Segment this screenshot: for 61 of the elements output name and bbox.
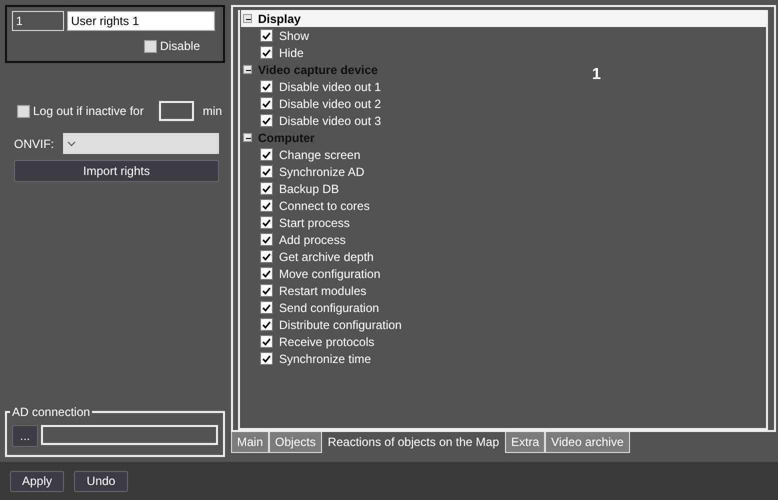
checkbox[interactable] xyxy=(260,97,273,110)
checkbox-label: Receive protocols xyxy=(279,334,374,350)
caret-icon xyxy=(67,140,76,146)
checkbox[interactable] xyxy=(260,29,273,42)
checkbox-label: Get archive depth xyxy=(279,248,374,266)
checkbox-label: Disable xyxy=(160,38,200,55)
checkbox-label: Synchronize AD xyxy=(279,164,364,180)
action-button[interactable]: Apply xyxy=(10,470,64,492)
checkbox[interactable] xyxy=(260,114,273,127)
checkbox[interactable] xyxy=(17,104,30,118)
collapse-icon[interactable] xyxy=(243,65,252,74)
checkbox[interactable] xyxy=(260,250,273,263)
checkbox[interactable] xyxy=(260,284,273,297)
checkbox-label: Synchronize time xyxy=(279,350,372,368)
checkbox[interactable] xyxy=(260,216,273,229)
checkbox-label: Send configuration xyxy=(279,300,380,316)
checkbox-label: Disable video out 2 xyxy=(279,96,382,112)
checkbox-label: Connect to cores xyxy=(279,198,370,214)
checkbox[interactable] xyxy=(144,40,157,52)
action-button[interactable]: Undo xyxy=(74,470,128,492)
checkbox-label: Show xyxy=(279,28,310,44)
checkbox[interactable] xyxy=(260,318,273,331)
collapse-icon[interactable] xyxy=(243,14,252,23)
tab[interactable]: Extra xyxy=(505,432,546,453)
checkbox[interactable] xyxy=(260,352,273,365)
checkbox-label: Move configuration xyxy=(279,266,380,282)
checkbox[interactable] xyxy=(260,301,273,314)
checkbox[interactable] xyxy=(260,335,273,348)
checkbox[interactable] xyxy=(260,233,273,246)
checkbox-label: Start process xyxy=(279,214,350,232)
checkbox[interactable] xyxy=(260,46,273,59)
tab[interactable]: Video archive xyxy=(545,432,630,453)
checkbox[interactable] xyxy=(260,182,273,195)
checkbox-label: Disable video out 1 xyxy=(279,78,382,96)
minutes-field[interactable] xyxy=(158,101,194,121)
tab[interactable]: Main xyxy=(231,432,270,453)
group-title: AD connection xyxy=(10,405,92,419)
checkbox-label: Disable video out 3 xyxy=(279,112,382,130)
collapse-icon[interactable] xyxy=(243,133,252,142)
checkbox[interactable] xyxy=(260,165,273,178)
checkbox-label: Change screen xyxy=(279,146,360,164)
checkbox-label: Add process xyxy=(279,232,346,248)
checkbox-label: Log out if inactive for xyxy=(33,103,144,120)
import-button[interactable]: Import rights xyxy=(14,160,219,182)
tree-group[interactable]: Display xyxy=(241,10,766,27)
checkbox[interactable] xyxy=(260,148,273,161)
browse-button[interactable]: ... xyxy=(12,425,38,447)
ad-field[interactable] xyxy=(41,425,218,445)
tab[interactable]: Objects xyxy=(269,432,322,453)
checkbox-label: Restart modules xyxy=(279,282,366,300)
checkbox-label: Hide xyxy=(279,44,304,62)
callout-number: 1 xyxy=(592,65,601,85)
checkbox-label: Backup DB xyxy=(279,180,340,198)
checkbox[interactable] xyxy=(260,267,273,280)
checkbox[interactable] xyxy=(260,199,273,212)
name-field[interactable]: User rights 1 xyxy=(67,11,215,31)
id-field[interactable]: 1 xyxy=(12,11,64,31)
unit-label: min xyxy=(202,103,222,120)
checkbox-label: Distribute configuration xyxy=(279,316,402,334)
field-label: ONVIF: xyxy=(14,136,54,152)
checkbox[interactable] xyxy=(260,80,273,93)
